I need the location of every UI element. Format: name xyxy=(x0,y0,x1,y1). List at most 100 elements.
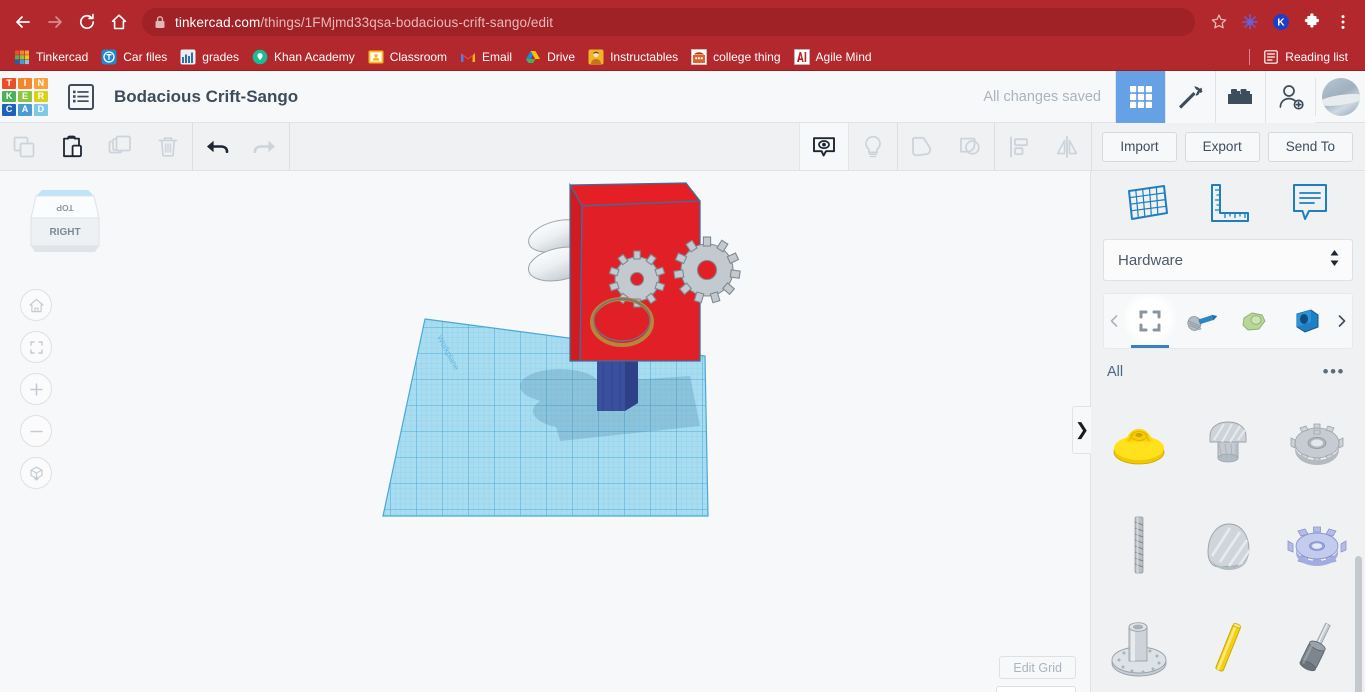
bookmark-star-icon[interactable] xyxy=(1205,8,1233,36)
all-label: All xyxy=(1107,363,1124,380)
grid-controls: Edit Grid Snap Grid 1.0 mm ▲ xyxy=(931,656,1076,692)
logo-letter: K xyxy=(2,90,17,103)
header-tool-group xyxy=(1115,70,1315,123)
instructables-favicon xyxy=(588,49,604,65)
bookmark-agile-mind[interactable]: Agile Mind xyxy=(789,47,880,67)
bookmark-label: Classroom xyxy=(389,50,448,64)
workplane-icon[interactable] xyxy=(1123,181,1169,230)
grid-view-icon[interactable] xyxy=(1115,70,1165,123)
part-pin-cylinder[interactable] xyxy=(1272,596,1361,692)
mirror-button[interactable] xyxy=(1043,123,1091,170)
pickaxe-icon[interactable] xyxy=(1165,70,1215,123)
part-yellow-knob[interactable] xyxy=(1095,390,1184,493)
undo-button[interactable] xyxy=(193,123,241,170)
notes-icon[interactable] xyxy=(1287,181,1333,230)
align-button[interactable] xyxy=(995,123,1043,170)
purple-star-extension-icon[interactable] xyxy=(1236,8,1264,36)
user-avatar[interactable] xyxy=(1315,77,1365,116)
category-screws[interactable] xyxy=(1176,294,1228,348)
part-gear-blue[interactable] xyxy=(1272,493,1361,596)
forward-arrow-icon[interactable] xyxy=(40,7,70,37)
bookmark-label: Car files xyxy=(123,50,168,64)
logo-letter: D xyxy=(33,103,48,116)
khan-academy-favicon xyxy=(252,49,268,65)
logo-letter: N xyxy=(33,77,48,90)
light-button[interactable] xyxy=(849,123,897,170)
part-knurled-knob[interactable] xyxy=(1184,390,1273,493)
part-yellow-bar[interactable] xyxy=(1184,596,1273,692)
library-select-wrap: Hardware xyxy=(1091,239,1365,281)
send-to-button[interactable]: Send To xyxy=(1267,131,1353,162)
document-list-icon[interactable] xyxy=(68,83,94,110)
library-select[interactable]: Hardware xyxy=(1103,239,1353,281)
show-hide-button[interactable] xyxy=(799,123,850,170)
khan-extension-icon[interactable]: K xyxy=(1267,8,1295,36)
ruler-icon[interactable] xyxy=(1205,181,1251,230)
bookmark-drive[interactable]: Drive xyxy=(520,47,583,67)
export-button[interactable]: Export xyxy=(1184,131,1260,162)
edit-grid-button[interactable]: Edit Grid xyxy=(999,656,1076,679)
all-filter-row: All ••• xyxy=(1091,349,1365,390)
bookmark-classroom[interactable]: Classroom xyxy=(363,47,455,67)
tinkercad-logo[interactable]: T I N K E R C A D xyxy=(2,77,48,116)
bookmark-tinkercad[interactable]: Tinkercad xyxy=(9,47,96,67)
add-person-icon[interactable] xyxy=(1265,70,1315,123)
three-dot-menu-icon[interactable] xyxy=(1329,8,1357,36)
browser-actions: K xyxy=(1205,8,1357,36)
snap-grid-select[interactable]: 1.0 mm ▲ xyxy=(996,686,1076,692)
bookmark-label: Khan Academy xyxy=(273,50,355,64)
app-header: T I N K E R C A D Bodacious Crift-Sango … xyxy=(0,70,1365,123)
category-nuts[interactable] xyxy=(1228,294,1280,348)
bookmark-instructables[interactable]: Instructables xyxy=(583,47,686,67)
grades-favicon xyxy=(180,49,196,65)
home-icon[interactable] xyxy=(104,7,134,37)
puzzle-piece-icon[interactable] xyxy=(1298,8,1326,36)
logo-letter: I xyxy=(17,77,33,90)
part-gear-gray[interactable] xyxy=(1272,390,1361,493)
blocks-icon[interactable] xyxy=(1215,70,1265,123)
stepper-arrows-icon xyxy=(1329,248,1340,273)
reading-list-button[interactable]: Reading list xyxy=(1258,47,1356,67)
copy-button[interactable] xyxy=(0,123,48,170)
category-prev-button[interactable] xyxy=(1104,294,1124,348)
bookmark-khan-academy[interactable]: Khan Academy xyxy=(247,47,363,67)
logo-letter: E xyxy=(17,90,33,103)
bookmark-college-thing[interactable]: college thing xyxy=(686,47,788,67)
bookmark-label: Agile Mind xyxy=(815,50,872,64)
part-threaded-rod[interactable] xyxy=(1095,493,1184,596)
category-brackets[interactable] xyxy=(1280,294,1332,348)
browser-toolbar: tinkercad.com/things/1FMjmd33qsa-bodacio… xyxy=(0,0,1365,44)
trash-icon[interactable] xyxy=(144,123,192,170)
category-tabs xyxy=(1103,293,1353,349)
3d-scene[interactable]: Workplane xyxy=(0,171,1090,692)
agile-mind-favicon xyxy=(793,49,810,65)
redo-button[interactable] xyxy=(241,123,289,170)
bookmark-label: Instructables xyxy=(610,50,679,64)
snap-grid-row: Snap Grid 1.0 mm ▲ xyxy=(931,686,1076,692)
back-arrow-icon[interactable] xyxy=(8,7,38,37)
panel-collapse-toggle[interactable]: ❯ xyxy=(1072,406,1091,454)
bookmark-grades[interactable]: grades xyxy=(175,47,247,67)
category-items xyxy=(1124,294,1332,348)
bookmark-email[interactable]: Email xyxy=(455,47,520,67)
duplicate-button[interactable] xyxy=(96,123,144,170)
reading-list-label: Reading list xyxy=(1285,50,1348,64)
group-button[interactable] xyxy=(898,123,946,170)
address-bar[interactable]: tinkercad.com/things/1FMjmd33qsa-bodacio… xyxy=(142,8,1195,36)
part-dome-knob[interactable] xyxy=(1184,493,1273,596)
category-next-button[interactable] xyxy=(1332,294,1352,348)
browser-chrome: tinkercad.com/things/1FMjmd33qsa-bodacio… xyxy=(0,0,1365,71)
panel-more-menu-button[interactable]: ••• xyxy=(1317,361,1351,382)
panel-scrollbar[interactable] xyxy=(1355,556,1362,692)
category-all[interactable] xyxy=(1124,294,1176,348)
import-button[interactable]: Import xyxy=(1102,131,1177,162)
chevron-right-icon: ❯ xyxy=(1074,420,1090,439)
bookmark-car-files[interactable]: Car files xyxy=(96,47,175,67)
3d-viewport[interactable]: TOP RIGHT Workplane Edit Grid xyxy=(0,171,1090,692)
library-select-label: Hardware xyxy=(1118,251,1184,269)
reload-icon[interactable] xyxy=(72,7,102,37)
tinkercad-favicon xyxy=(14,49,30,65)
paste-button[interactable] xyxy=(48,123,96,170)
ungroup-button[interactable] xyxy=(946,123,994,170)
part-flanged-tube[interactable] xyxy=(1095,596,1184,692)
